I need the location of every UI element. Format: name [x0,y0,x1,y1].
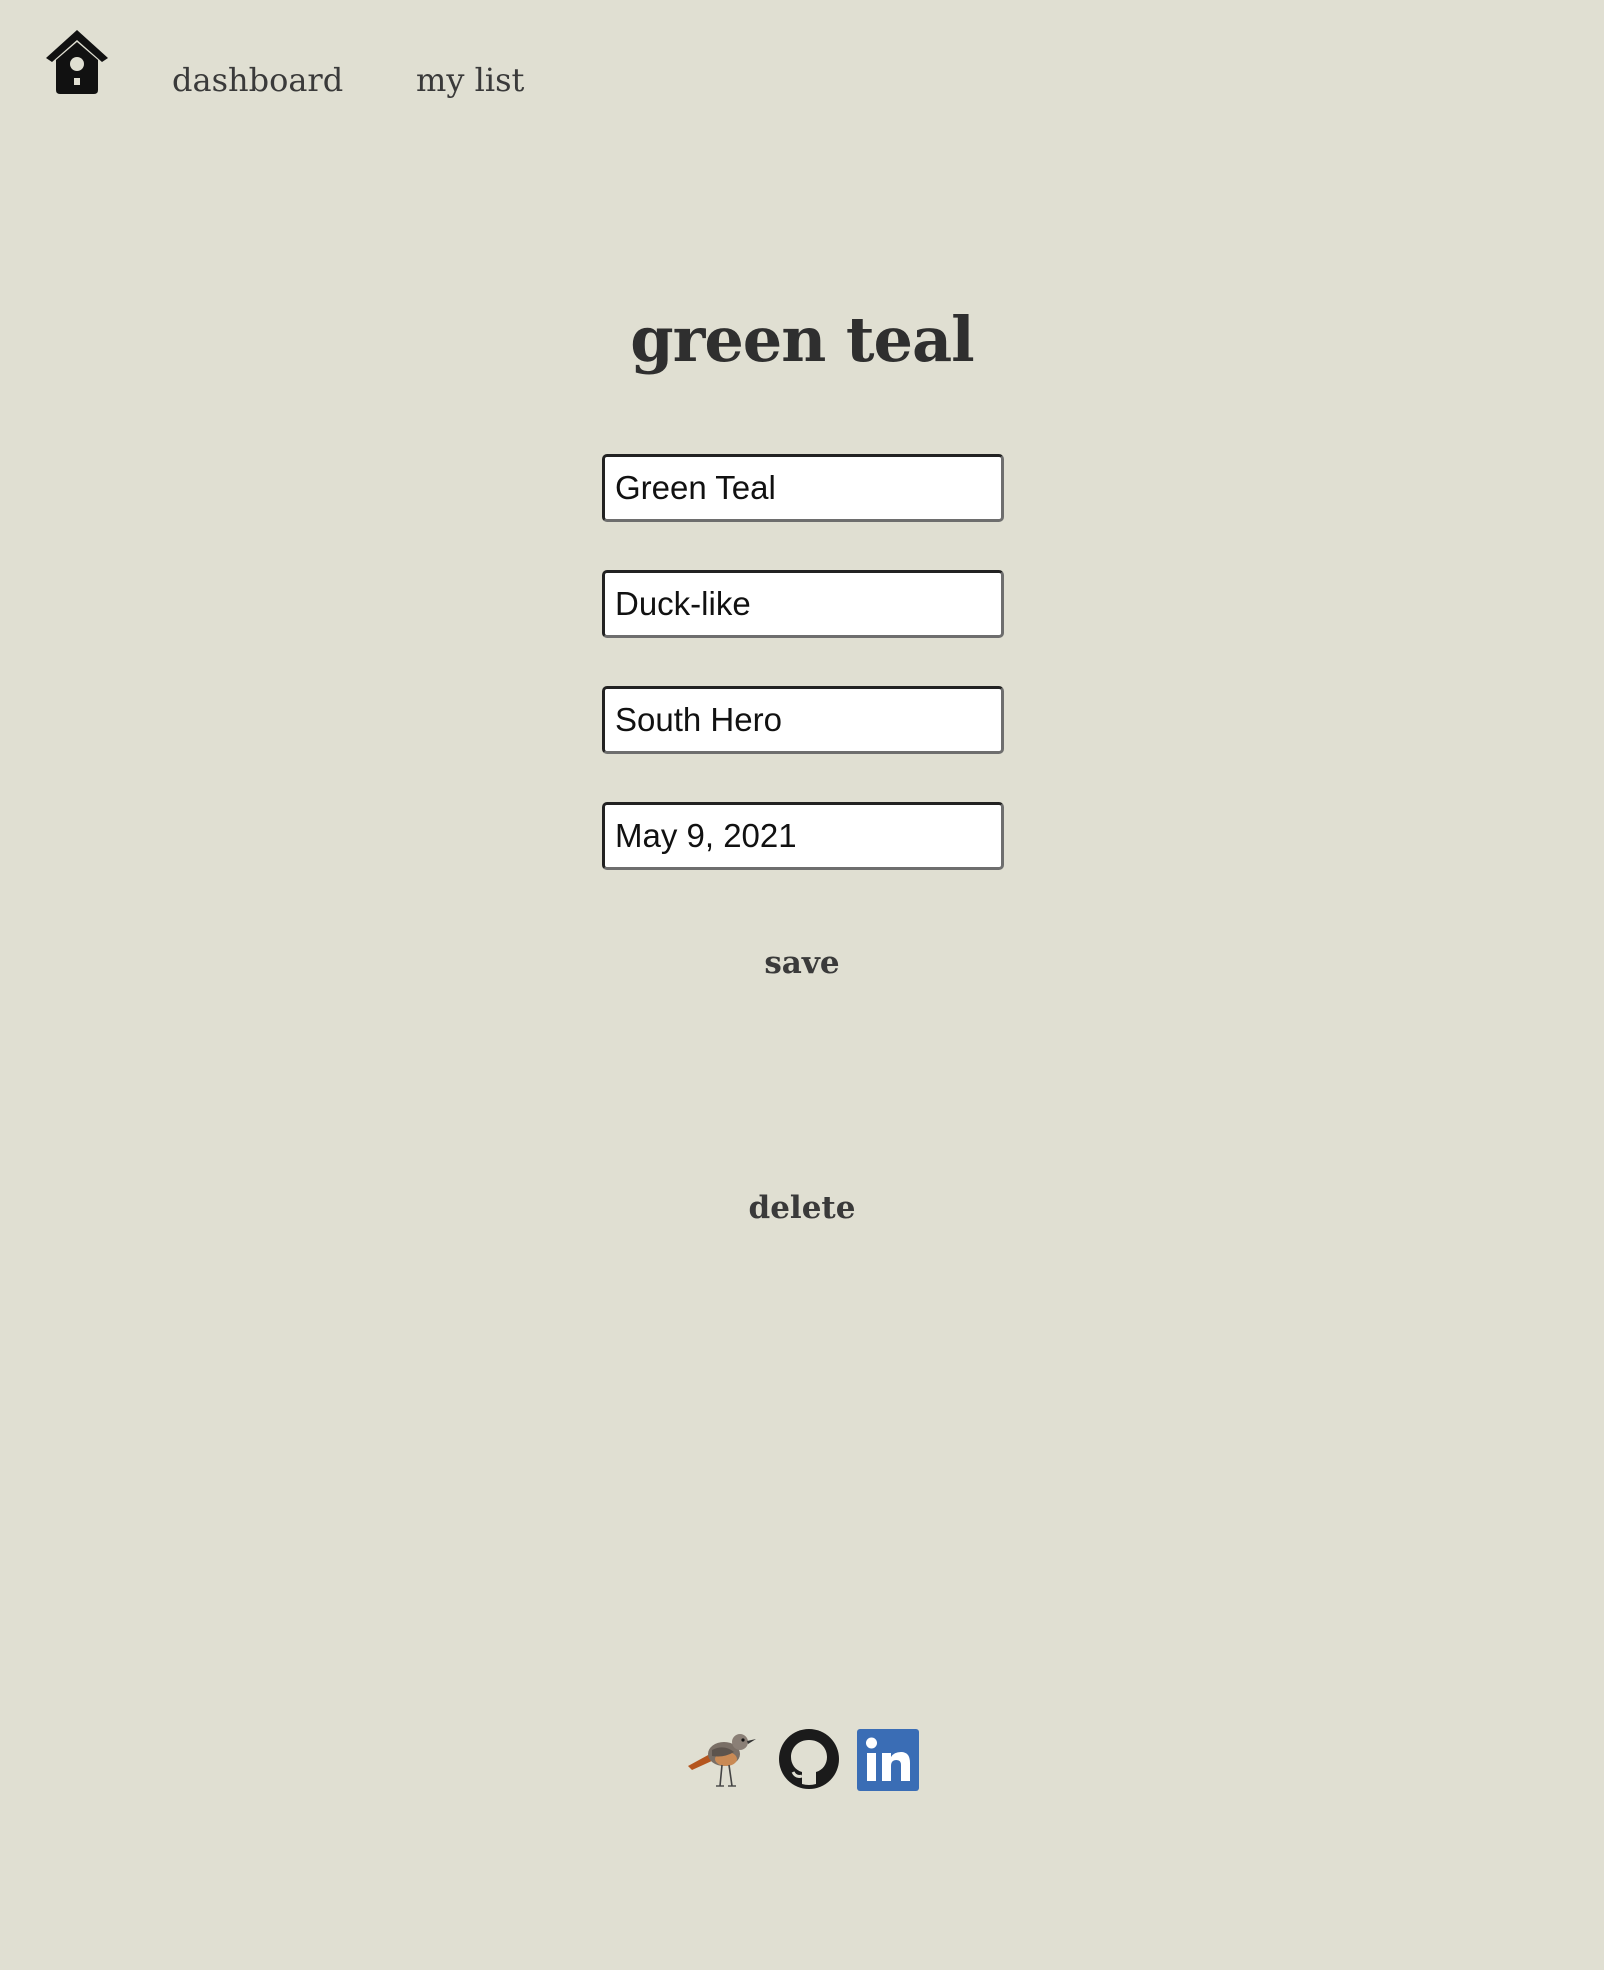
page-title: green teal [630,303,974,376]
bird-type-field[interactable] [602,570,1004,638]
location-field[interactable] [602,686,1004,754]
save-button[interactable]: save [764,945,839,981]
common-name-field[interactable] [602,454,1004,522]
nav-dashboard-link[interactable]: dashboard [172,58,343,102]
footer [0,1722,1604,1792]
delete-button[interactable]: delete [749,1190,856,1226]
top-nav: dashboard my list [0,0,1604,160]
github-icon[interactable] [778,1728,840,1790]
nav-my-list-link[interactable]: my list [416,58,524,102]
bird-icon[interactable] [684,1722,764,1792]
date-field[interactable] [602,802,1004,870]
linkedin-icon[interactable] [857,1729,919,1791]
birdhouse-icon [44,28,110,98]
home-link[interactable] [44,28,110,98]
save-row: save [0,941,1604,985]
delete-row: delete [0,1186,1604,1230]
